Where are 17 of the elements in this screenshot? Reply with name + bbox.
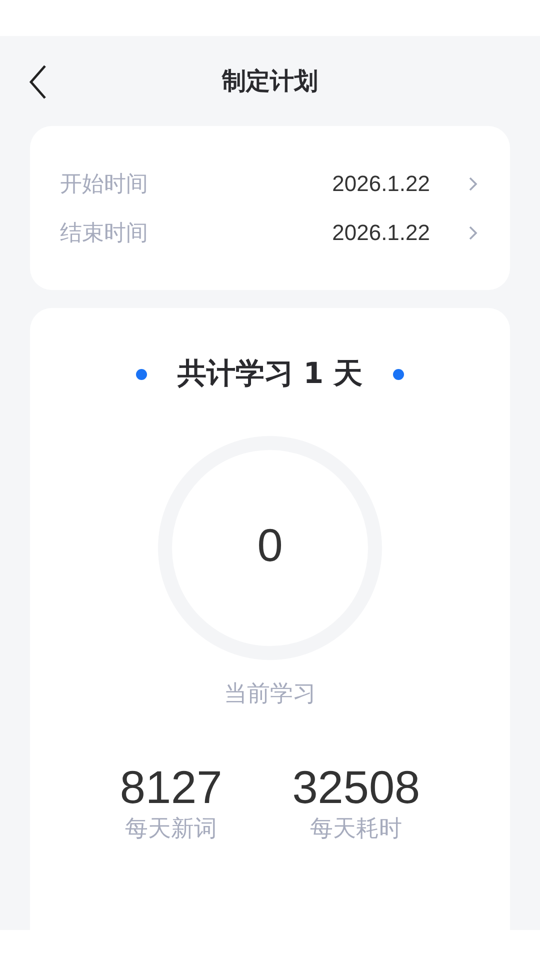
- date-label: 开始时间: [60, 170, 149, 198]
- dot-icon: [392, 368, 404, 380]
- page-title: 制定计划: [222, 66, 318, 97]
- stat-value: 32508: [292, 761, 420, 813]
- date-label: 结束时间: [60, 220, 149, 248]
- chevron-icon[interactable]: [468, 224, 478, 240]
- date-value[interactable]: 2026.1.22: [332, 170, 430, 196]
- stat-value: 8127: [120, 761, 222, 813]
- date-value[interactable]: 2026.1.22: [332, 220, 430, 246]
- progress-caption: 当前学习: [224, 680, 316, 709]
- back-icon[interactable]: [29, 65, 47, 99]
- chevron-icon[interactable]: [468, 176, 478, 192]
- stat-label: 每天新词: [125, 815, 218, 844]
- summary-title: 共计学习 1 天: [177, 355, 363, 392]
- progress-value: 0: [256, 518, 284, 572]
- stat-label: 每天耗时: [310, 815, 402, 844]
- dot-icon: [136, 368, 148, 380]
